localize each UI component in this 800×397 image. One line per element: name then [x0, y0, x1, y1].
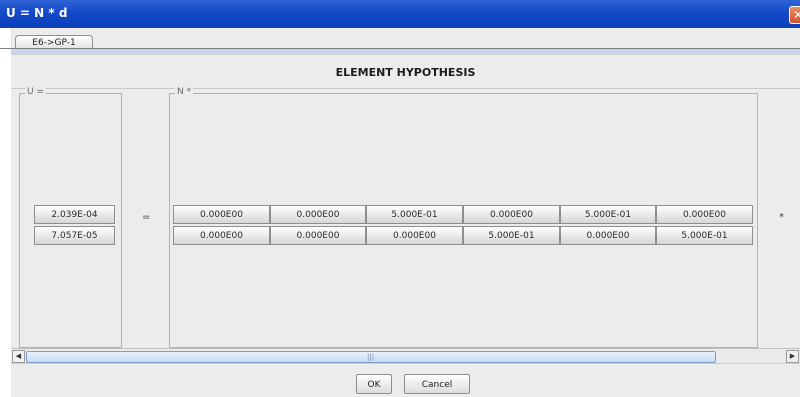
n-matrix-cell[interactable]: 5.000E-01 — [463, 226, 560, 245]
grip-icon: ||| — [367, 353, 375, 361]
n-matrix-cell[interactable]: 0.000E00 — [173, 226, 270, 245]
horizontal-scrollbar[interactable]: ◀ ||| ▶ — [12, 348, 800, 363]
u-group: U = 2.039E-04 7.057E-05 — [19, 87, 122, 348]
n-group: N * 0.000E00 0.000E00 5.000E-01 0.000E00… — [169, 87, 758, 348]
equals-sign: = — [142, 212, 151, 223]
ok-button[interactable]: OK — [356, 374, 392, 394]
u-group-label: U = — [25, 87, 46, 97]
u-value-cell[interactable]: 7.057E-05 — [34, 226, 115, 245]
scroll-left-icon[interactable]: ◀ — [12, 350, 25, 363]
n-matrix-cell[interactable]: 0.000E00 — [656, 205, 753, 224]
n-matrix-cell[interactable]: 0.000E00 — [463, 205, 560, 224]
n-matrix-cell[interactable]: 5.000E-01 — [656, 226, 753, 245]
n-matrix-cell[interactable]: 5.000E-01 — [366, 205, 463, 224]
u-value-cell[interactable]: 2.039E-04 — [34, 205, 115, 224]
n-matrix-cell[interactable]: 0.000E00 — [366, 226, 463, 245]
n-matrix-cell[interactable]: 0.000E00 — [173, 205, 270, 224]
close-icon[interactable]: ✕ — [789, 6, 800, 24]
heading-divider — [11, 88, 800, 89]
n-matrix-cell[interactable]: 0.000E00 — [270, 205, 366, 224]
scroll-thumb[interactable]: ||| — [26, 351, 716, 363]
window-title: U = N * d — [6, 6, 68, 20]
title-bar[interactable]: U = N * d ✕ — [0, 0, 800, 28]
page-title: ELEMENT HYPOTHESIS — [335, 66, 476, 79]
main-panel: ELEMENT HYPOTHESIS U = 2.039E-04 7.057E-… — [11, 54, 800, 363]
n-matrix-cell[interactable]: 0.000E00 — [270, 226, 366, 245]
n-matrix-cell[interactable]: 0.000E00 — [560, 226, 656, 245]
dialog-window: U = N * d ✕ E6->GP-1 ELEMENT HYPOTHESIS … — [0, 0, 800, 397]
dialog-footer: OK Cancel — [11, 363, 800, 397]
n-group-label: N * — [175, 87, 194, 97]
scroll-right-icon[interactable]: ▶ — [786, 350, 799, 363]
n-matrix-cell[interactable]: 5.000E-01 — [560, 205, 656, 224]
multiply-sign: * — [779, 212, 784, 223]
cancel-button[interactable]: Cancel — [404, 374, 470, 394]
